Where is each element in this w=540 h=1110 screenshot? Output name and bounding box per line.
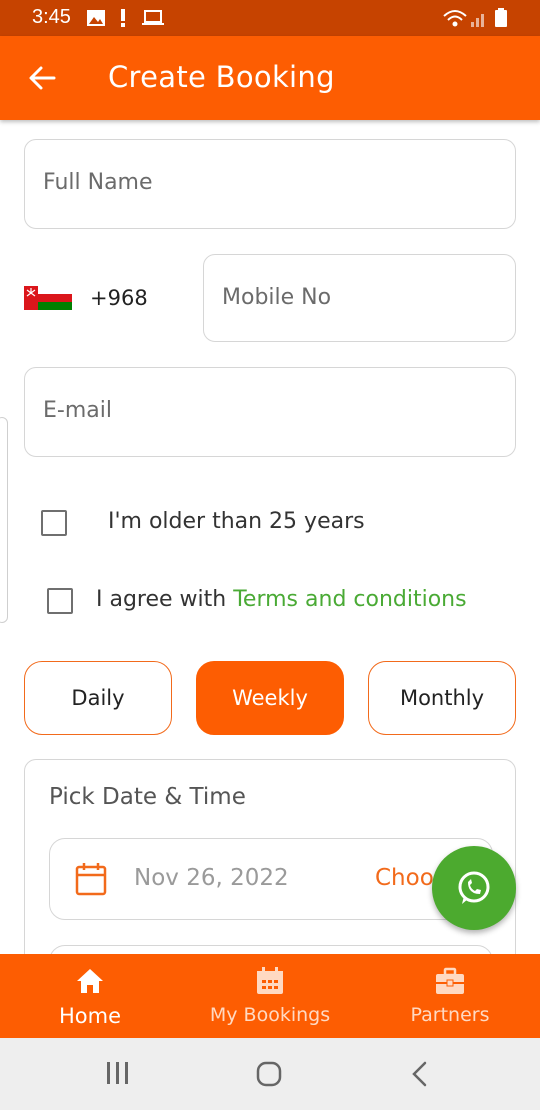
date-value: Nov 26, 2022 (134, 865, 289, 891)
whatsapp-icon (458, 871, 490, 904)
age-checkbox[interactable] (41, 510, 67, 536)
arrow-left-icon[interactable] (26, 62, 58, 94)
terms-link[interactable]: Terms and conditions (233, 587, 466, 612)
laptop-icon (142, 8, 164, 32)
nav-label-home: Home (58, 1004, 121, 1028)
battery-icon (494, 8, 508, 32)
email-field[interactable]: E-mail (24, 367, 516, 457)
home-circle-icon[interactable] (255, 1060, 283, 1092)
nav-item-partners[interactable]: Partners (360, 954, 540, 1038)
full-name-placeholder: Full Name (43, 170, 153, 195)
app-bar: Create Booking (0, 36, 540, 120)
age-check-label: I'm older than 25 years (108, 509, 365, 534)
pick-date-title: Pick Date & Time (49, 784, 246, 810)
back-chevron-icon[interactable] (408, 1060, 432, 1092)
home-icon (75, 966, 105, 996)
nav-label-partners: Partners (410, 1004, 490, 1026)
side-panel-edge (0, 417, 8, 623)
briefcase-icon (435, 966, 465, 996)
recents-icon[interactable] (104, 1060, 132, 1090)
terms-check-label: I agree with Terms and conditions (96, 587, 467, 612)
wifi-icon (442, 8, 468, 32)
full-name-field[interactable]: Full Name (24, 139, 516, 229)
terms-checkbox[interactable] (47, 588, 73, 614)
page-title: Create Booking (108, 60, 335, 94)
nav-item-my-bookings[interactable]: My Bookings (180, 954, 360, 1038)
oman-flag-icon[interactable] (24, 286, 72, 310)
mobile-placeholder: Mobile No (222, 285, 332, 310)
dial-code[interactable]: +968 (90, 286, 148, 310)
terms-prefix: I agree with (96, 587, 234, 612)
weekly-option-button[interactable]: Weekly (196, 661, 344, 735)
system-nav-bar (0, 1038, 540, 1110)
monthly-option-button[interactable]: Monthly (368, 661, 516, 735)
daily-option-button[interactable]: Daily (24, 661, 172, 735)
choose-date-button[interactable]: Choo (375, 865, 434, 891)
alert-icon (118, 8, 128, 32)
status-bar: 3:45 (0, 0, 540, 36)
status-time: 3:45 (32, 6, 71, 28)
calendar-icon (255, 966, 285, 996)
nav-item-home[interactable]: Home (0, 954, 180, 1038)
bottom-nav: Home My Bookings Partners (0, 954, 540, 1038)
mobile-field[interactable]: Mobile No (203, 254, 516, 342)
date-picker-row[interactable]: Nov 26, 2022 Choo (49, 838, 493, 920)
whatsapp-button[interactable] (432, 846, 516, 930)
image-icon (86, 8, 106, 32)
signal-icon (470, 8, 488, 32)
nav-label-my-bookings: My Bookings (209, 1004, 331, 1026)
calendar-icon (74, 861, 108, 897)
email-placeholder: E-mail (43, 398, 112, 423)
